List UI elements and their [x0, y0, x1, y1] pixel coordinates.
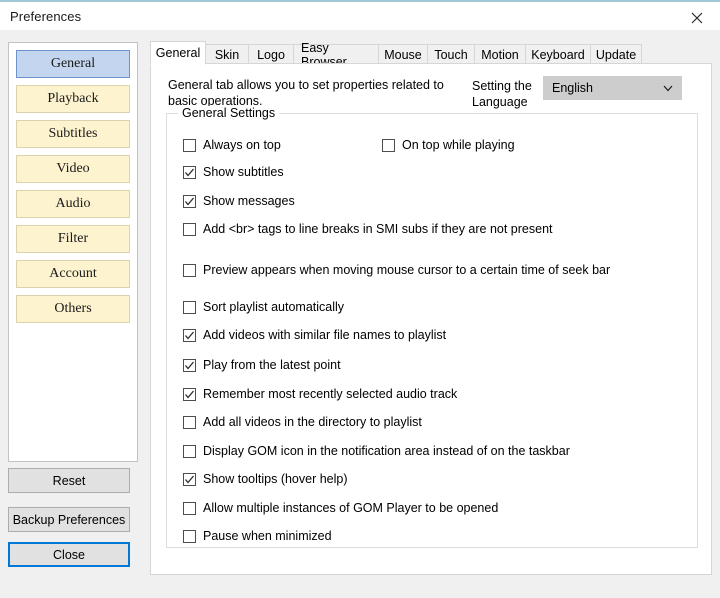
checkbox-label: Play from the latest point — [203, 358, 341, 372]
tab-mouse[interactable]: Mouse — [378, 44, 428, 64]
checkbox-checked-icon[interactable] — [183, 387, 196, 401]
checkbox-unchecked-icon[interactable] — [183, 263, 196, 277]
checkbox-label: Show messages — [203, 194, 295, 208]
checkbox-checked-icon[interactable] — [183, 472, 196, 486]
checkbox-unchecked-icon[interactable] — [183, 444, 196, 458]
tab-easy-browser[interactable]: Easy Browser — [293, 41, 379, 69]
sidebar-item-label: Account — [49, 266, 97, 281]
checkbox-unchecked-icon[interactable] — [183, 138, 196, 152]
checkbox-row[interactable]: Play from the latest point — [183, 358, 341, 372]
window-body: General Playback Subtitles Video Audio Filter… — [0, 30, 720, 598]
sidebar-item-label: Subtitles — [48, 126, 98, 141]
checkbox-row[interactable]: Allow multiple instances of GOM Player t… — [183, 501, 498, 515]
checkbox-row[interactable]: Sort playlist automatically — [183, 300, 344, 314]
language-select[interactable]: English — [543, 76, 682, 100]
checkbox-row[interactable]: Add <br> tags to line breaks in SMI subs… — [183, 222, 553, 236]
checkbox-label: Add <br> tags to line breaks in SMI subs… — [203, 222, 553, 236]
tab-strip: General Skin Logo Easy Browser Mouse Touch Mot… — [150, 41, 712, 69]
sidebar-item-label: Others — [54, 301, 92, 316]
checkbox-label: Show subtitles — [203, 165, 284, 179]
sidebar-item-video[interactable]: Video — [16, 155, 130, 183]
checkbox-checked-icon[interactable] — [183, 358, 196, 372]
checkbox-row[interactable]: Preview appears when moving mouse cursor… — [183, 263, 610, 277]
tab-touch[interactable]: Touch — [427, 44, 475, 64]
checkbox-checked-icon[interactable] — [183, 328, 196, 342]
checkbox-unchecked-icon[interactable] — [183, 501, 196, 515]
checkbox-row[interactable]: Show subtitles — [183, 165, 284, 179]
checkbox-row[interactable]: Add videos with similar file names to pl… — [183, 328, 446, 342]
checkbox-row[interactable]: Show tooltips (hover help) — [183, 472, 348, 486]
checkbox-label: Show tooltips (hover help) — [203, 472, 348, 486]
close-icon[interactable] — [674, 4, 720, 31]
checkbox-unchecked-icon[interactable] — [382, 138, 395, 152]
close-button[interactable]: Close — [8, 542, 130, 567]
checkbox-unchecked-icon[interactable] — [183, 415, 196, 429]
tab-label: Mouse — [384, 47, 422, 62]
sidebar-item-general[interactable]: General — [16, 50, 130, 78]
title-bar: Preferences — [0, 0, 720, 30]
checkbox-unchecked-icon[interactable] — [183, 222, 196, 236]
tab-label: Logo — [257, 47, 285, 62]
checkbox-label: Display GOM icon in the notification are… — [203, 444, 570, 458]
tab-update[interactable]: Update — [590, 44, 642, 64]
sidebar-item-subtitles[interactable]: Subtitles — [16, 120, 130, 148]
tab-keyboard[interactable]: Keyboard — [525, 44, 591, 64]
tab-label: Motion — [481, 47, 519, 62]
window-title: Preferences — [10, 9, 82, 24]
checkbox-label: Remember most recently selected audio tr… — [203, 387, 458, 401]
tab-motion[interactable]: Motion — [474, 44, 526, 64]
tab-logo[interactable]: Logo — [248, 44, 294, 64]
checkbox-label: Preview appears when moving mouse cursor… — [203, 263, 611, 277]
sidebar-item-audio[interactable]: Audio — [16, 190, 130, 218]
backup-preferences-button[interactable]: Backup Preferences — [8, 507, 130, 532]
tab-label: Touch — [434, 47, 468, 62]
sidebar: General Playback Subtitles Video Audio Filter… — [8, 42, 138, 462]
language-select-value: English — [552, 81, 593, 95]
checkbox-checked-icon[interactable] — [183, 194, 196, 208]
checkbox-row[interactable]: On top while playing — [382, 138, 515, 152]
checkbox-label: Always on top — [203, 138, 281, 152]
sidebar-item-label: Audio — [55, 196, 91, 211]
intro-description: General tab allows you to set properties… — [168, 78, 444, 108]
sidebar-item-filter[interactable]: Filter — [16, 225, 130, 253]
checkbox-label: Sort playlist automatically — [203, 300, 345, 314]
tab-label: Update — [595, 47, 637, 62]
reset-button[interactable]: Reset — [8, 468, 130, 493]
checkbox-label: Add all videos in the directory to playl… — [203, 415, 422, 429]
tab-label: Keyboard — [531, 47, 585, 62]
checkbox-row[interactable]: Always on top — [183, 138, 281, 152]
language-label: Setting the Language — [472, 79, 532, 109]
checkbox-checked-icon[interactable] — [183, 165, 196, 179]
sidebar-item-label: Filter — [57, 231, 89, 246]
tab-label: General — [155, 46, 201, 60]
checkbox-row[interactable]: Pause when minimized — [183, 529, 332, 543]
checkbox-label: Allow multiple instances of GOM Player t… — [203, 501, 499, 515]
checkbox-row[interactable]: Show messages — [183, 194, 295, 208]
checkbox-label: On top while playing — [402, 138, 515, 152]
checkbox-row[interactable]: Remember most recently selected audio tr… — [183, 387, 457, 401]
sidebar-item-label: General — [50, 56, 96, 71]
checkbox-row[interactable]: Display GOM icon in the notification are… — [183, 444, 570, 458]
tab-skin[interactable]: Skin — [205, 44, 249, 64]
sidebar-item-account[interactable]: Account — [16, 260, 130, 288]
general-settings-legend: General Settings — [178, 106, 280, 120]
checkbox-row[interactable]: Add all videos in the directory to playl… — [183, 415, 422, 429]
checkbox-unchecked-icon[interactable] — [183, 300, 196, 314]
sidebar-item-label: Video — [56, 161, 90, 176]
checkbox-unchecked-icon[interactable] — [183, 529, 196, 543]
tab-label: Skin — [214, 47, 240, 62]
sidebar-item-playback[interactable]: Playback — [16, 85, 130, 113]
checkbox-label: Add videos with similar file names to pl… — [203, 328, 447, 342]
sidebar-item-label: Playback — [47, 91, 99, 106]
checkbox-label: Pause when minimized — [203, 529, 332, 543]
tab-general[interactable]: General — [150, 41, 206, 65]
sidebar-item-others[interactable]: Others — [16, 295, 130, 323]
chevron-down-icon — [655, 81, 681, 95]
